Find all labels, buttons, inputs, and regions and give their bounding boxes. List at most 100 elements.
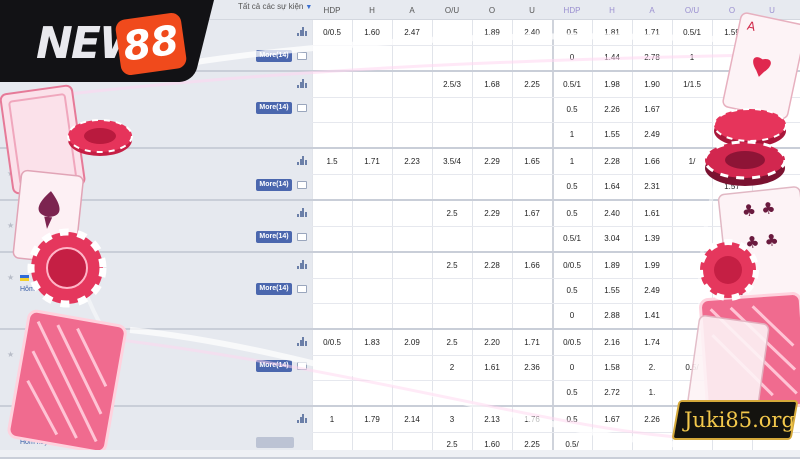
more-markets-button[interactable]: More(14) (256, 283, 292, 295)
odds-cell-h1-away[interactable]: 1.74 (632, 338, 672, 347)
live-stream-icon[interactable] (297, 362, 307, 370)
odds-cell-h1-home[interactable]: 1.55 (592, 130, 632, 139)
odds-cell-h1-hdp: 0 (569, 363, 575, 372)
odds-cell-h1-hdp: 0/0.5 (563, 261, 581, 270)
more-markets-button[interactable] (256, 437, 294, 448)
stats-icon[interactable] (297, 260, 307, 269)
odds-cell-h1-hdp: 0 (569, 311, 575, 320)
odds-cell-h1-away[interactable]: 1.99 (632, 261, 672, 270)
odds-cell-ft-under[interactable]: 1.65 (512, 157, 552, 166)
odds-cell-ft-over[interactable]: 2.20 (472, 338, 512, 347)
odds-cell-h1-home[interactable]: 1.89 (592, 261, 632, 270)
favorite-star-icon[interactable]: ★ (7, 92, 14, 101)
favorite-star-icon[interactable]: ★ (7, 350, 14, 359)
odds-cell-ft-home[interactable]: 1.83 (352, 338, 392, 347)
favorite-star-icon[interactable]: ★ (7, 273, 14, 282)
team-flag-icon (20, 275, 29, 281)
odds-cell-h1-away[interactable]: 1.39 (632, 234, 672, 243)
stats-icon[interactable] (297, 27, 307, 36)
odds-cell-ft-ou: 2.5 (446, 338, 458, 347)
odds-cell-ft-under[interactable]: 1.71 (512, 338, 552, 347)
live-stream-icon[interactable] (297, 104, 307, 112)
odds-cell-h1-away[interactable]: 1.90 (632, 80, 672, 89)
odds-cell-h1-home[interactable]: 2.28 (592, 157, 632, 166)
odds-cell-ft-over[interactable]: 1.60 (472, 440, 512, 449)
odds-cell-ft-ou: 3 (449, 415, 455, 424)
live-stream-icon[interactable] (297, 233, 307, 241)
odds-cell-h1-away[interactable]: 1.67 (632, 105, 672, 114)
team-name[interactable]: Ukra (33, 273, 49, 280)
more-markets-button[interactable]: More(14) (256, 102, 292, 114)
odds-cell-ft-home[interactable]: 1.71 (352, 157, 392, 166)
odds-cell-h1-away[interactable]: 2. (632, 363, 672, 372)
odds-cell-ft-over[interactable]: 1.89 (472, 28, 512, 37)
odds-cell-ft-away[interactable]: 2.47 (392, 28, 432, 37)
odds-cell-ft-home[interactable]: 1.60 (352, 28, 392, 37)
odds-cell-h1-home[interactable]: 2.26 (592, 105, 632, 114)
odds-cell-h1-home[interactable]: 1.58 (592, 363, 632, 372)
stats-icon[interactable] (297, 79, 307, 88)
odds-cell-h1-home[interactable]: 1.44 (592, 53, 632, 62)
odds-cell-ft-under[interactable]: 1.76 (512, 415, 552, 424)
odds-cell-ft-under[interactable]: 2.36 (512, 363, 552, 372)
stats-icon[interactable] (297, 208, 307, 217)
odds-cell-h1-over[interactable]: 1.59 (712, 28, 752, 37)
odds-cell-h1-home[interactable]: 2.16 (592, 338, 632, 347)
odds-cell-ft-over[interactable]: 2.13 (472, 415, 512, 424)
odds-cell-h1-home[interactable]: 1.64 (592, 182, 632, 191)
favorite-star-icon[interactable]: ★ (7, 221, 14, 230)
odds-cell-h1-hdp: 1 (569, 157, 575, 166)
odds-cell-h1-away[interactable]: 1.66 (632, 157, 672, 166)
column-header-h1-over: O (728, 6, 736, 15)
odds-cell-h1-over[interactable]: 1.57 (712, 182, 752, 191)
odds-cell-h1-ou: 0.5/1 (683, 28, 701, 37)
odds-cell-h1-home[interactable]: 1.55 (592, 286, 632, 295)
odds-cell-ft-under[interactable]: 2.40 (512, 28, 552, 37)
odds-cell-h1-away[interactable]: 2.49 (632, 286, 672, 295)
live-stream-icon[interactable] (297, 285, 307, 293)
odds-cell-h1-away[interactable]: 2.31 (632, 182, 672, 191)
column-header-ft-under: U (529, 6, 535, 15)
more-markets-button[interactable]: More(14) (256, 50, 292, 62)
column-header-h1-under: U (769, 6, 775, 15)
odds-cell-ft-over[interactable]: 1.61 (472, 363, 512, 372)
odds-cell-ft-under[interactable]: 1.66 (512, 261, 552, 270)
odds-cell-ft-under[interactable]: 1.67 (512, 209, 552, 218)
stats-icon[interactable] (297, 156, 307, 165)
odds-cell-h1-home[interactable]: 2.40 (592, 209, 632, 218)
odds-cell-ft-under[interactable]: 2.25 (512, 440, 552, 449)
odds-cell-ft-away[interactable]: 2.23 (392, 157, 432, 166)
odds-cell-ft-over[interactable]: 1.68 (472, 80, 512, 89)
odds-cell-ft-over[interactable]: 2.29 (472, 209, 512, 218)
odds-cell-h1-away[interactable]: 2.78 (632, 53, 672, 62)
odds-cell-ft-away[interactable]: 2.09 (392, 338, 432, 347)
favorite-star-icon[interactable]: ★ (7, 427, 14, 436)
odds-cell-h1-away[interactable]: 1.41 (632, 311, 672, 320)
odds-cell-h1-away[interactable]: 1.61 (632, 209, 672, 218)
event-filter-dropdown[interactable]: Tất cả các sự kiện ▼ (238, 2, 312, 11)
more-markets-button[interactable]: More(14) (256, 360, 292, 372)
live-stream-icon[interactable] (297, 52, 307, 60)
odds-cell-h1-away[interactable]: 2.26 (632, 415, 672, 424)
more-markets-button[interactable]: More(14) (256, 231, 292, 243)
odds-cell-h1-away[interactable]: 1. (632, 388, 672, 397)
odds-cell-ft-home[interactable]: 1.79 (352, 415, 392, 424)
live-stream-icon[interactable] (297, 181, 307, 189)
odds-cell-h1-home[interactable]: 1.81 (592, 28, 632, 37)
odds-cell-ft-under[interactable]: 2.25 (512, 80, 552, 89)
favorite-star-icon[interactable]: ★ (7, 169, 14, 178)
odds-cell-h1-home[interactable]: 2.88 (592, 311, 632, 320)
odds-cell-ft-over[interactable]: 2.28 (472, 261, 512, 270)
odds-cell-h1-away[interactable]: 2.49 (632, 130, 672, 139)
odds-cell-h1-home[interactable]: 2.72 (592, 388, 632, 397)
more-markets-button[interactable]: More(14) (256, 179, 292, 191)
stats-icon[interactable] (297, 337, 307, 346)
odds-cell-ft-over[interactable]: 2.29 (472, 157, 512, 166)
odds-cell-ft-away[interactable]: 2.14 (392, 415, 432, 424)
odds-cell-h1-ou: 0.5/ (685, 363, 699, 372)
odds-cell-h1-home[interactable]: 3.04 (592, 234, 632, 243)
odds-cell-h1-home[interactable]: 1.67 (592, 415, 632, 424)
odds-cell-h1-away[interactable]: 1.71 (632, 28, 672, 37)
odds-cell-h1-home[interactable]: 1.98 (592, 80, 632, 89)
stats-icon[interactable] (297, 414, 307, 423)
